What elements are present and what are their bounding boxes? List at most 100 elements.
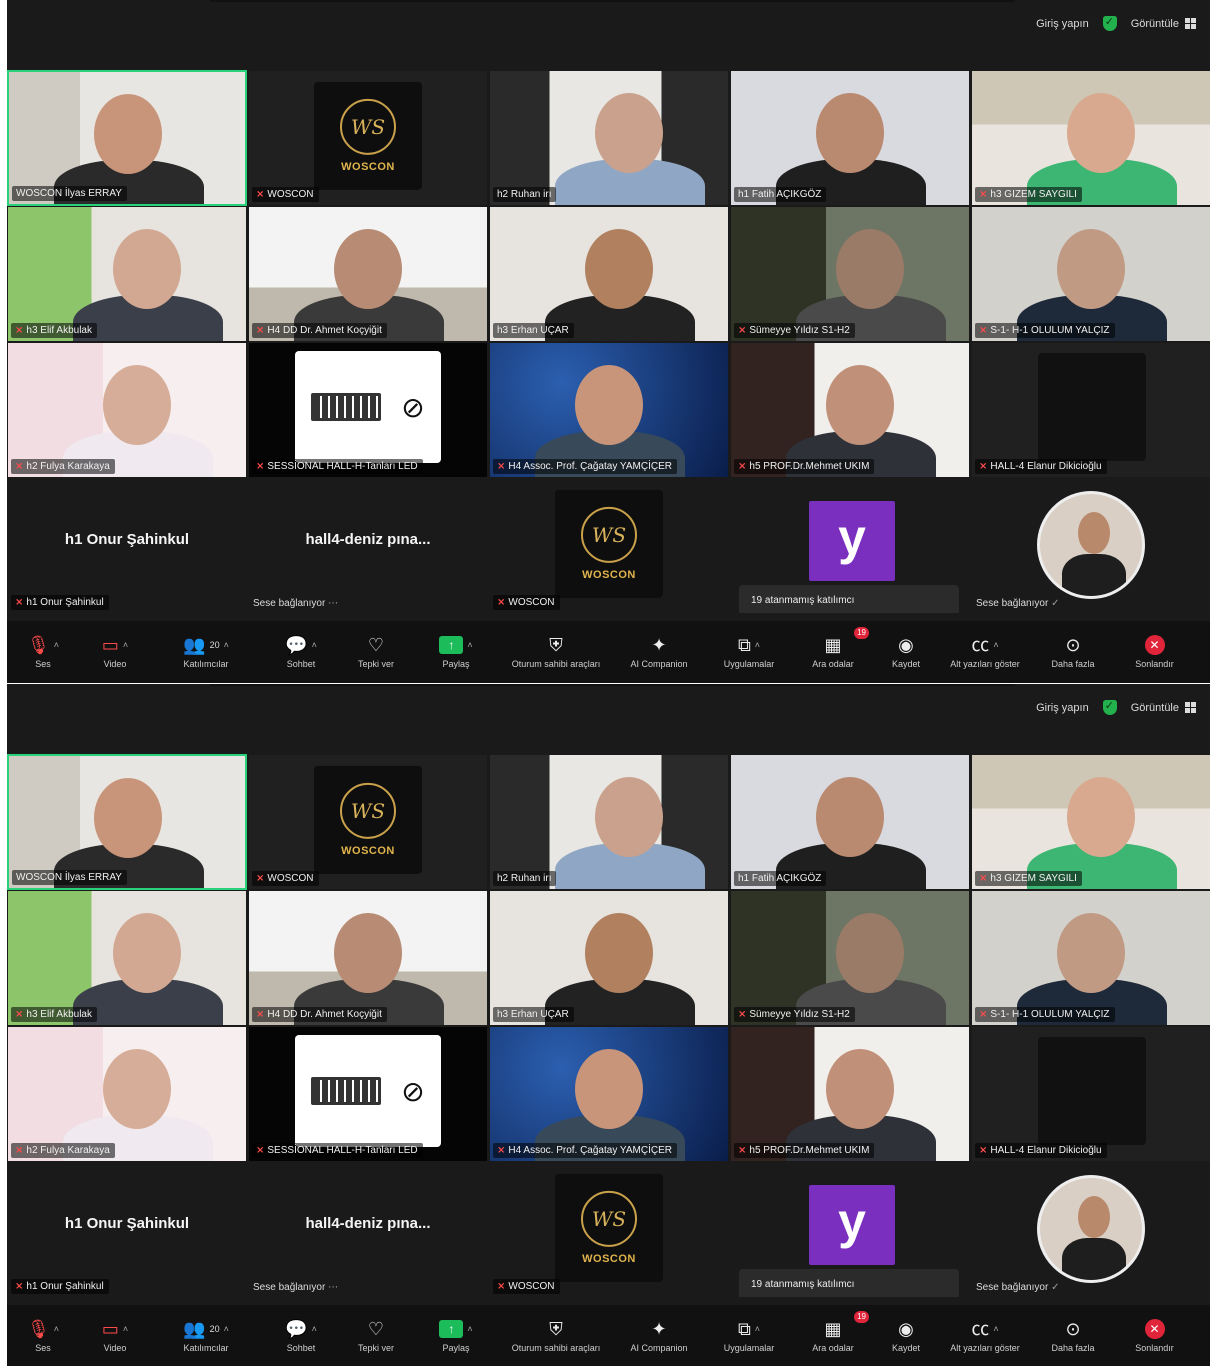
toolbar-apps-button[interactable]: ⧉ ˄ Uygulamalar	[707, 621, 791, 683]
participant-tile[interactable]: ⨯ H4 DD Dr. Ahmet Koçyiğit	[248, 890, 488, 1026]
participant-tile[interactable]: WS WOSCON ⨯ WOSCON	[489, 1162, 729, 1298]
participant-tile[interactable]: WOSCON İlyas ERRAY	[7, 754, 247, 890]
encryption-shield-icon[interactable]	[1102, 15, 1117, 31]
participant-tile[interactable]: WS WOSCON ⨯ WOSCON	[248, 754, 488, 890]
participant-tile[interactable]: ⨯ S-1- H-1 OLULUM YALÇIZ	[971, 206, 1210, 342]
muted-mic-icon: ⨯	[256, 325, 265, 336]
participant-tile[interactable]: ⨯ h3 Elif Akbulak	[7, 206, 247, 342]
participants-icon: 👥 20 ˄	[183, 1319, 229, 1339]
cc-icon: ㏄ ˄	[971, 1319, 999, 1339]
participant-tile[interactable]: hall4-deniz pına... Sese bağlanıyor ⋯	[248, 478, 488, 614]
participant-tile[interactable]: h1 Onur Şahinkul ⨯ h1 Onur Şahinkul	[7, 478, 247, 614]
encryption-shield-icon[interactable]	[1102, 699, 1117, 715]
toolbar-record-button[interactable]: ◉ Kaydet	[875, 1305, 937, 1366]
participant-tile[interactable]: ⨯ h2 Fulya Karakaya	[7, 1026, 247, 1162]
view-button[interactable]: Görüntüle	[1131, 18, 1196, 30]
toolbar-record-button[interactable]: ◉ Kaydet	[875, 621, 937, 683]
participant-tile[interactable]: ⨯ Sümeyye Yıldız S1-H2	[730, 206, 970, 342]
toolbar-cc-button[interactable]: ㏄ ˄ Alt yazıları göster	[937, 621, 1033, 683]
participant-name-tag: ⨯ WOSCON	[252, 187, 319, 202]
participant-tile[interactable]: ⨯ h3 GIZEM SAYGILI	[971, 70, 1210, 206]
toolbar-label: Ara odalar	[812, 659, 854, 669]
participant-tile[interactable]: ⨯ h3 GIZEM SAYGILI	[971, 754, 1210, 890]
toolbar-share-button[interactable]: ↑ ˄ Paylaş	[411, 1305, 501, 1366]
participant-video-head	[575, 1049, 643, 1129]
dark-video	[1038, 1037, 1146, 1145]
muted-mic-icon: ⨯	[256, 189, 265, 200]
participant-tile[interactable]: h1 Fatih AÇIKGÖZ	[730, 754, 970, 890]
toolbar-react-button[interactable]: ♡ Tepki ver	[341, 621, 411, 683]
participant-name-tag: h3 Erhan UÇAR	[493, 323, 574, 338]
participant-tile[interactable]: h1 Fatih AÇIKGÖZ	[730, 70, 970, 206]
toolbar-label: Alt yazıları göster	[950, 1343, 1020, 1353]
participant-tile[interactable]: h2 Ruhan irı	[489, 754, 729, 890]
participant-tile[interactable]: ⨯ H4 Assoc. Prof. Çağatay YAMÇİÇER	[489, 342, 729, 478]
toolbar-video-button[interactable]: ▭ ˄ Video	[79, 621, 151, 683]
unassigned-participants-popup[interactable]: 19 atanmamış katılımcı	[739, 585, 959, 613]
more-icon: ⊙	[1065, 1319, 1081, 1339]
participant-tile[interactable]: ⨯ HALL-4 Elanur Dikicioğlu	[971, 342, 1210, 478]
toolbar-ses-button[interactable]: 🎙 ˄ Ses	[7, 621, 79, 683]
participant-name: h1 Fatih AÇIKGÖZ	[738, 189, 822, 200]
toolbar-rooms-button[interactable]: ▦ Ara odalar 19	[791, 621, 875, 683]
signin-link[interactable]: Giriş yapın	[1036, 18, 1089, 30]
toolbar-participants-button[interactable]: 👥 20 ˄ Katılımcılar	[151, 1305, 261, 1366]
participant-tile[interactable]: hall4-deniz pına... Sese bağlanıyor ⋯	[248, 1162, 488, 1298]
toolbar-participants-button[interactable]: 👥 20 ˄ Katılımcılar	[151, 621, 261, 683]
participant-tile[interactable]: WOSCON İlyas ERRAY	[7, 70, 247, 206]
toolbar-more-button[interactable]: ⊙ Daha fazla	[1033, 621, 1113, 683]
participant-name: h3 GIZEM SAYGILI	[990, 189, 1077, 200]
toolbar-end-button[interactable]: ✕ Sonlandır	[1113, 1305, 1196, 1366]
participant-tile[interactable]: ⨯ Sümeyye Yıldız S1-H2	[730, 890, 970, 1026]
participant-tile[interactable]: y 19 atanmamış katılımcı	[730, 1162, 970, 1298]
participant-tile[interactable]: ⨯ H4 DD Dr. Ahmet Koçyiğit	[248, 206, 488, 342]
window-top-edge	[210, 0, 1015, 2]
participant-tile[interactable]: h1 Onur Şahinkul ⨯ h1 Onur Şahinkul	[7, 1162, 247, 1298]
participant-tile[interactable]: ⨯ H4 Assoc. Prof. Çağatay YAMÇİÇER	[489, 1026, 729, 1162]
toolbar-apps-button[interactable]: ⧉ ˄ Uygulamalar	[707, 1305, 791, 1366]
participant-video-head	[94, 778, 162, 858]
toolbar-video-button[interactable]: ▭ ˄ Video	[79, 1305, 151, 1366]
toolbar-host-button[interactable]: ⛨ Oturum sahibi araçları	[501, 1305, 611, 1366]
toolbar-cc-button[interactable]: ㏄ ˄ Alt yazıları göster	[937, 1305, 1033, 1366]
participant-tile[interactable]: ⨯ S-1- H-1 OLULUM YALÇIZ	[971, 890, 1210, 1026]
participant-tile[interactable]: ⨯ HALL-4 Elanur Dikicioğlu	[971, 1026, 1210, 1162]
participant-tile[interactable]: h2 Ruhan irı	[489, 70, 729, 206]
participant-tile[interactable]: ⊘ ⨯ SESSİONAL HALL-H-Tanları LED	[248, 1026, 488, 1162]
participant-name: WOSCON	[267, 873, 314, 884]
toolbar-react-button[interactable]: ♡ Tepki ver	[341, 1305, 411, 1366]
toolbar-ai-button[interactable]: ✦ AI Companion	[611, 1305, 707, 1366]
participant-tile[interactable]: Sese bağlanıyor ✓	[971, 478, 1210, 614]
participant-name-tag: ⨯ h5 PROF.Dr.Mehmet UKIM	[734, 459, 875, 474]
participant-tile[interactable]: ⨯ h5 PROF.Dr.Mehmet UKIM	[730, 342, 970, 478]
toolbar-more-button[interactable]: ⊙ Daha fazla	[1033, 1305, 1113, 1366]
participant-tile[interactable]: WS WOSCON ⨯ WOSCON	[248, 70, 488, 206]
participant-tile[interactable]: y 19 atanmamış katılımcı	[730, 478, 970, 614]
participant-tile[interactable]: h3 Erhan UÇAR	[489, 890, 729, 1026]
participant-video-head	[94, 94, 162, 174]
view-button[interactable]: Görüntüle	[1131, 702, 1196, 714]
participant-tile[interactable]: Sese bağlanıyor ✓	[971, 1162, 1210, 1298]
participant-tile[interactable]: ⊘ ⨯ SESSİONAL HALL-H-Tanları LED	[248, 342, 488, 478]
toolbar-chat-button[interactable]: 💬 ˄ Sohbet	[261, 1305, 341, 1366]
toolbar-ses-button[interactable]: 🎙 ˄ Ses	[7, 1305, 79, 1366]
video-gallery: WOSCON İlyas ERRAY WS WOSCON ⨯ WOSCON h2 Ruh…	[7, 754, 1210, 1299]
unassigned-participants-popup[interactable]: 19 atanmamış katılımcı	[739, 1269, 959, 1297]
toolbar-end-button[interactable]: ✕ Sonlandır	[1113, 621, 1196, 683]
participant-tile[interactable]: WS WOSCON ⨯ WOSCON	[489, 478, 729, 614]
participant-tile[interactable]: ⨯ h2 Fulya Karakaya	[7, 342, 247, 478]
toolbar-chat-button[interactable]: 💬 ˄ Sohbet	[261, 621, 341, 683]
woscon-logo: WS WOSCON	[555, 1173, 663, 1282]
toolbar-rooms-button[interactable]: ▦ Ara odalar 19	[791, 1305, 875, 1366]
participant-tile[interactable]: ⨯ h5 PROF.Dr.Mehmet UKIM	[730, 1026, 970, 1162]
toolbar-host-button[interactable]: ⛨ Oturum sahibi araçları	[501, 621, 611, 683]
muted-mic-icon: ⨯	[979, 189, 988, 200]
toolbar-label: Oturum sahibi araçları	[511, 659, 601, 669]
participant-video-head	[1057, 913, 1125, 993]
toolbar-share-button[interactable]: ↑ ˄ Paylaş	[411, 621, 501, 683]
participant-tile[interactable]: ⨯ h3 Elif Akbulak	[7, 890, 247, 1026]
toolbar-ai-button[interactable]: ✦ AI Companion	[611, 621, 707, 683]
participant-video-head	[113, 913, 181, 993]
signin-link[interactable]: Giriş yapın	[1036, 702, 1089, 714]
participant-tile[interactable]: h3 Erhan UÇAR	[489, 206, 729, 342]
